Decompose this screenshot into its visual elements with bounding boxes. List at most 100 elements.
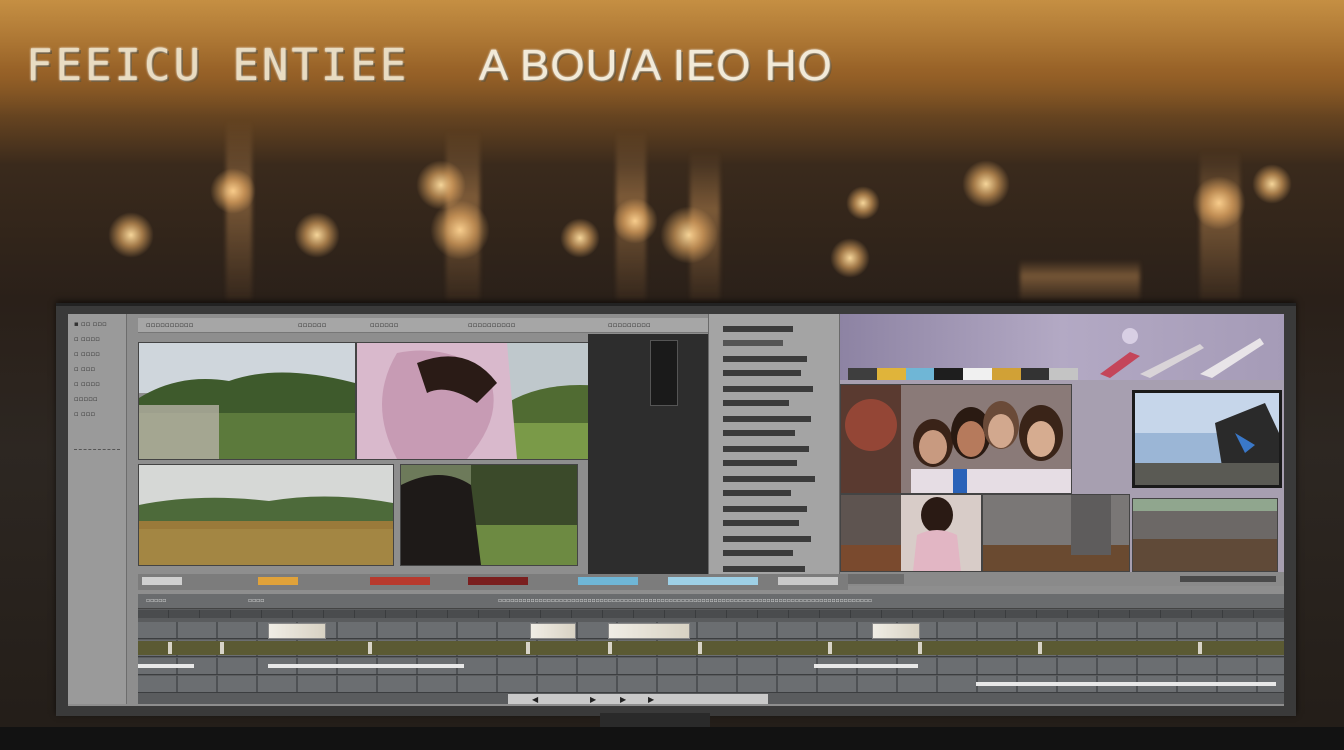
thumbnail-strip[interactable] — [650, 340, 678, 406]
bokeh-light — [962, 160, 1010, 208]
audio-clip[interactable] — [976, 682, 1276, 686]
clip-marker[interactable] — [168, 642, 172, 654]
preview-thumbnail-field[interactable] — [138, 464, 394, 566]
bokeh-light — [294, 212, 340, 258]
clip-marker[interactable] — [828, 642, 832, 654]
browser-row[interactable] — [723, 430, 795, 436]
viewer-tab[interactable]: ▫▫▫▫▫▫ — [370, 320, 398, 330]
browser-row[interactable] — [723, 416, 811, 422]
monitor: ▪ ▫▫ ▫▫▫ ▫ ▫▫▫▫ ▫ ▫▫▫▫ ▫ ▫▫▫ ▫ ▫▫▫▫ ▫▫▫▫… — [56, 303, 1296, 716]
timeline-ruler[interactable] — [138, 610, 1284, 618]
video-clip[interactable] — [872, 623, 920, 639]
audio-clip[interactable] — [138, 664, 194, 668]
program-frame-dusk[interactable] — [1132, 498, 1278, 572]
preview-thumbnail-person[interactable] — [400, 464, 578, 566]
clip-marker[interactable] — [608, 642, 612, 654]
browser-row[interactable] — [723, 506, 807, 512]
browser-row[interactable] — [723, 460, 797, 466]
light-column — [690, 150, 720, 300]
video-clip[interactable] — [138, 641, 1284, 655]
browser-row[interactable] — [723, 370, 801, 376]
program-bottom-bar — [840, 572, 1284, 586]
video-clip[interactable] — [530, 623, 576, 639]
clip-marker[interactable] — [1038, 642, 1042, 654]
transport-bar: ◀ ▶ ▶ ▶ — [508, 694, 768, 704]
bokeh-light — [846, 186, 880, 220]
program-monitor — [840, 314, 1284, 586]
video-track[interactable] — [138, 622, 1284, 639]
program-frame-dancer[interactable] — [840, 494, 982, 572]
browser-row[interactable] — [723, 340, 783, 346]
scrub-segment — [668, 577, 758, 585]
browser-row[interactable] — [723, 476, 815, 482]
tool-item[interactable]: ▫ ▫▫▫▫ — [74, 335, 126, 344]
headline-left: FEEICU ENTIEE — [26, 40, 410, 91]
browser-row[interactable] — [723, 386, 813, 392]
program-frame-haze[interactable] — [982, 494, 1130, 572]
bokeh-light — [108, 212, 154, 258]
tool-item[interactable]: ▫ ▫▫▫▫ — [74, 380, 126, 389]
light-column — [226, 120, 252, 300]
video-editor-screen: ▪ ▫▫ ▫▫▫ ▫ ▫▫▫▫ ▫ ▫▫▫▫ ▫ ▫▫▫ ▫ ▫▫▫▫ ▫▫▫▫… — [68, 314, 1284, 706]
browser-row[interactable] — [723, 520, 799, 526]
browser-row[interactable] — [723, 536, 811, 542]
audio-clip[interactable] — [268, 664, 464, 668]
scrub-handle[interactable] — [844, 574, 904, 584]
viewer-side-panel — [588, 334, 708, 586]
clip-marker[interactable] — [220, 642, 224, 654]
scrub-segment — [778, 577, 838, 585]
play-icon[interactable]: ▶ — [590, 695, 596, 704]
scrub-segment — [370, 577, 430, 585]
bokeh-light — [560, 218, 600, 258]
light-column — [1020, 260, 1140, 300]
program-frame-landscape[interactable] — [1132, 390, 1282, 488]
program-frame-group[interactable] — [840, 384, 1072, 494]
media-browser — [708, 314, 840, 586]
color-strip — [848, 368, 1078, 380]
clip-marker[interactable] — [1198, 642, 1202, 654]
tool-item[interactable]: ▫ ▫▫▫▫ — [74, 350, 126, 359]
video-clip[interactable] — [608, 623, 690, 639]
preview-thumbnail-hill[interactable] — [138, 342, 356, 460]
browser-row[interactable] — [723, 566, 805, 572]
video-clip[interactable] — [268, 623, 326, 639]
bokeh-light — [1252, 164, 1292, 204]
timeline-header: ▫▫▫▫▫ ▫▫▫▫ ▫▫▫▫▫▫▫▫▫▫▫▫▫▫▫▫▫▫▫▫▫▫▫▫▫▫▫▫▫… — [138, 594, 1284, 609]
timeline-ruler-label: ▫▫▫▫▫▫▫▫▫▫▫▫▫▫▫▫▫▫▫▫▫▫▫▫▫▫▫▫▫▫▫▫▫▫▫▫▫▫▫▫… — [498, 597, 873, 604]
browser-row[interactable] — [723, 490, 791, 496]
rewind-icon[interactable]: ◀ — [532, 695, 538, 704]
tool-item[interactable]: ▫▫▫▫▫ — [74, 395, 126, 404]
viewer-tab[interactable]: ▫▫▫▫▫▫▫▫▫▫ — [468, 320, 515, 330]
light-column — [1200, 150, 1240, 300]
scrub-segment — [468, 577, 528, 585]
browser-row[interactable] — [723, 326, 793, 332]
browser-row[interactable] — [723, 550, 793, 556]
timeline-track-label[interactable]: ▫▫▫▫▫ — [146, 597, 166, 605]
forward-icon[interactable]: ▶ — [648, 695, 654, 704]
play-icon[interactable]: ▶ — [620, 695, 626, 704]
clip-marker[interactable] — [918, 642, 922, 654]
scrub-segment — [142, 577, 182, 585]
clip-marker[interactable] — [698, 642, 702, 654]
audio-clip[interactable] — [814, 664, 918, 668]
browser-row[interactable] — [723, 446, 809, 452]
clip-marker[interactable] — [368, 642, 372, 654]
viewer-tab[interactable]: ▫▫▫▫▫▫▫▫▫▫ — [146, 320, 193, 330]
viewer-tab[interactable]: ▫▫▫▫▫▫ — [298, 320, 326, 330]
audio-track[interactable] — [138, 658, 1284, 675]
browser-row[interactable] — [723, 356, 807, 362]
light-column — [616, 130, 646, 300]
program-header-image — [840, 314, 1284, 380]
tool-item[interactable]: ▪ ▫▫ ▫▫▫ — [74, 320, 126, 329]
timeline-track-label[interactable]: ▫▫▫▫ — [248, 597, 264, 605]
clip-marker[interactable] — [526, 642, 530, 654]
viewer-tab[interactable]: ▫▫▫▫▫▫▫▫▫ — [608, 320, 651, 330]
desk-surface — [0, 727, 1344, 750]
tool-item[interactable]: ▫ ▫▫▫ — [74, 365, 126, 374]
tool-item[interactable]: ▫ ▫▫▫ — [74, 410, 126, 419]
viewer-scrubber[interactable] — [138, 574, 848, 590]
video-track[interactable] — [138, 640, 1284, 657]
browser-row[interactable] — [723, 400, 789, 406]
audio-track[interactable] — [138, 676, 1284, 693]
viewer-toolbar: ▫▫▫▫▫▫▫▫▫▫ ▫▫▫▫▫▫ ▫▫▫▫▫▫ ▫▫▫▫▫▫▫▫▫▫ ▫▫▫▫… — [138, 318, 708, 333]
